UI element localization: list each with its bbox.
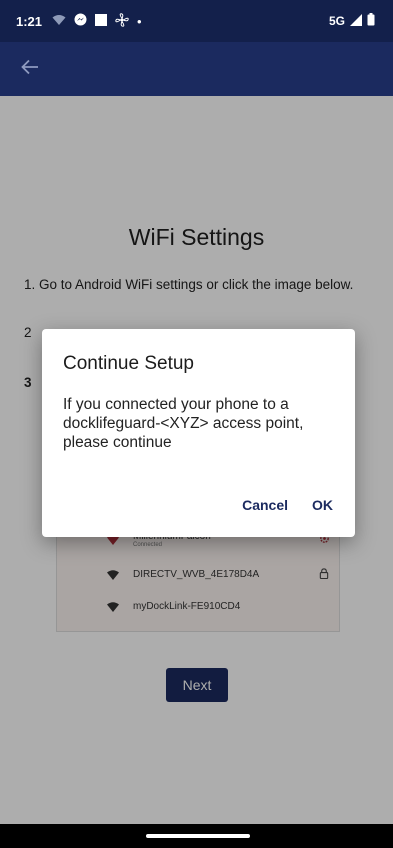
network-type: 5G [328, 14, 345, 28]
dialog-actions: Cancel OK [234, 491, 341, 519]
wifi-calling-icon [52, 14, 66, 29]
notification-icons: • [52, 12, 142, 30]
continue-setup-dialog: Continue Setup If you connected your pho… [42, 329, 355, 537]
battery-icon [367, 13, 375, 29]
ok-button[interactable]: OK [304, 491, 341, 519]
dialog-title: Continue Setup [63, 353, 194, 374]
system-nav-bar [0, 824, 393, 848]
arrow-left-icon [21, 59, 39, 80]
system-icons: 5G [329, 13, 375, 29]
fan-icon [115, 12, 129, 30]
cancel-button[interactable]: Cancel [234, 491, 296, 519]
home-gesture-handle[interactable] [146, 834, 250, 838]
status-time: 1:21 [16, 13, 43, 29]
signal-icon [350, 13, 362, 29]
square-app-icon [95, 13, 108, 29]
app-bar [0, 42, 393, 96]
status-dot: • [137, 13, 142, 29]
messenger-icon [74, 13, 87, 29]
status-bar: 1:21 • 5G [0, 0, 393, 42]
back-button[interactable] [16, 55, 44, 83]
dialog-message: If you connected your phone to a docklif… [63, 396, 304, 451]
